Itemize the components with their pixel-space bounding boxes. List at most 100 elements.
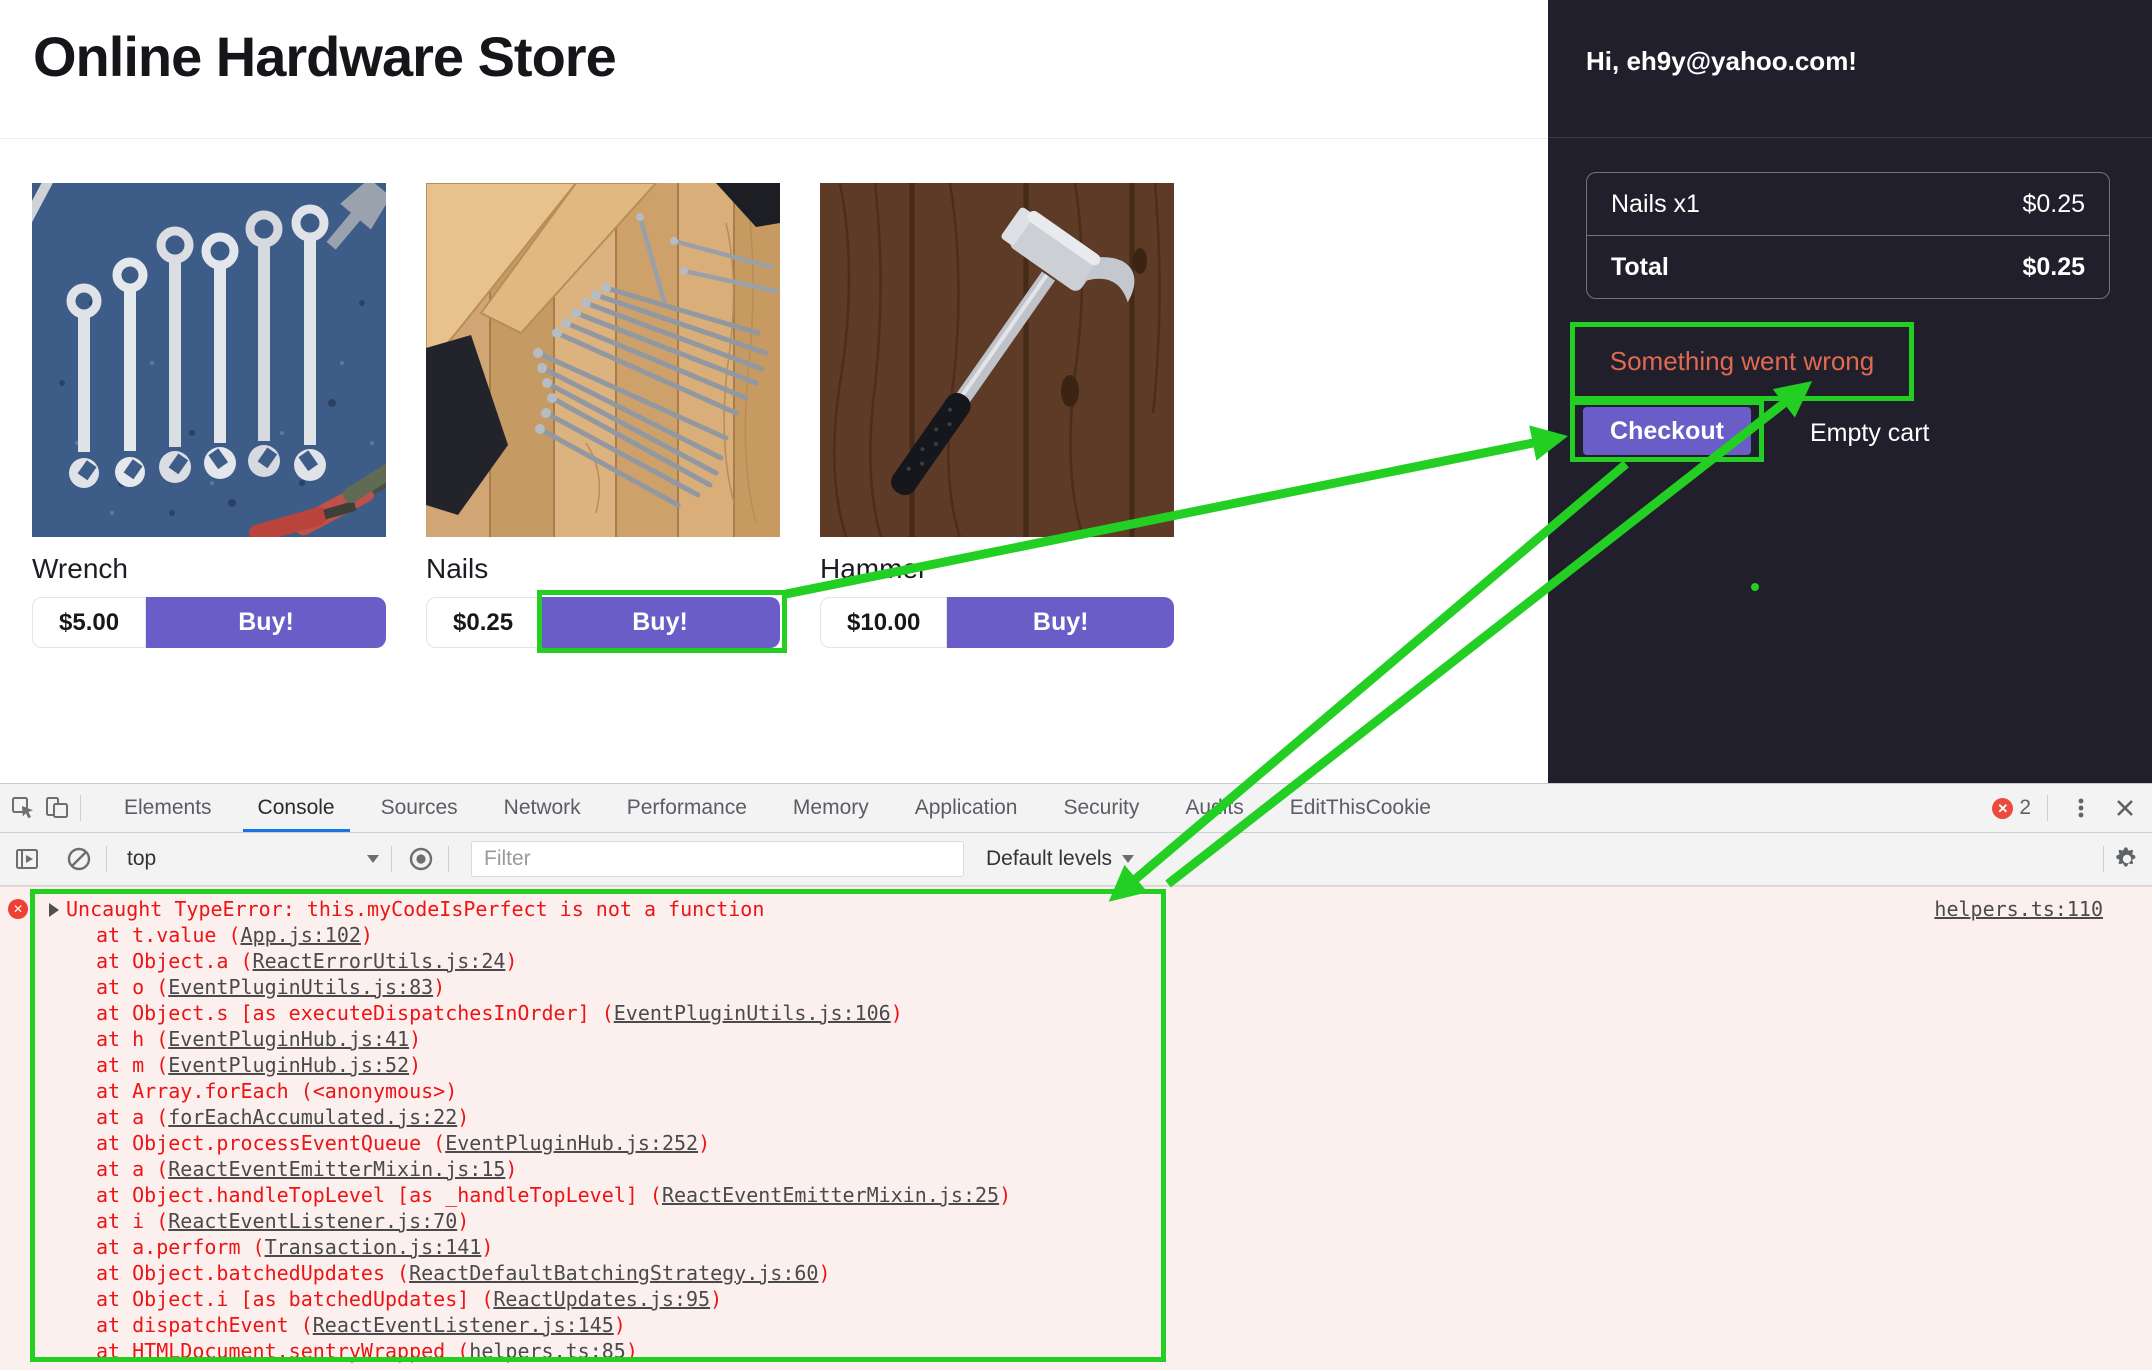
stack-trace: at t.value (App.js:102)at Object.a (Reac… <box>66 922 1011 1364</box>
tab-editthiscookie[interactable]: EditThisCookie <box>1267 784 1454 832</box>
stack-source-link[interactable]: EventPluginUtils.js:106 <box>614 1001 891 1025</box>
separator <box>448 846 449 872</box>
chevron-down-icon <box>367 855 379 863</box>
stack-trace-line: at i (ReactEventListener.js:70) <box>96 1208 1011 1234</box>
tab-sources[interactable]: Sources <box>358 784 481 832</box>
stack-source-link[interactable]: ReactEventEmitterMixin.js:25 <box>662 1183 999 1207</box>
error-counter[interactable]: ✕ 2 <box>1992 796 2031 820</box>
product-name: Nails <box>426 553 780 585</box>
divider <box>1548 137 2152 138</box>
tab-application[interactable]: Application <box>892 784 1041 832</box>
devtools-tabbar: ElementsConsoleSourcesNetworkPerformance… <box>0 784 2152 833</box>
stack-source-link[interactable]: ReactUpdates.js:95 <box>493 1287 710 1311</box>
log-levels-selector[interactable]: Default levels <box>986 847 1134 871</box>
error-annotation-box: Something went wrong <box>1570 322 1914 401</box>
clear-console-icon[interactable] <box>62 842 96 876</box>
inspect-element-icon[interactable] <box>6 791 40 825</box>
context-label: top <box>127 847 156 871</box>
stack-source-link[interactable]: ReactEventListener.js:145 <box>313 1313 614 1337</box>
stack-source-link[interactable]: App.js:102 <box>241 923 361 947</box>
separator <box>2047 795 2048 821</box>
console-source-link[interactable]: helpers.ts:110 <box>1934 896 2103 922</box>
buy-button-wrench[interactable]: Buy! <box>146 597 386 648</box>
separator <box>106 846 107 872</box>
stack-trace-line: at Object.batchedUpdates (ReactDefaultBa… <box>96 1260 1011 1286</box>
price-row: $10.00 Buy! <box>820 597 1174 648</box>
cart-item-label: Nails x1 <box>1611 190 1700 219</box>
product-price: $0.25 <box>426 597 540 648</box>
stack-source-link[interactable]: ReactErrorUtils.js:24 <box>253 949 506 973</box>
stack-trace-line: at a (forEachAccumulated.js:22) <box>96 1104 1011 1130</box>
stack-source-link[interactable]: EventPluginUtils.js:83 <box>168 975 433 999</box>
buy-button-nails[interactable]: Buy! <box>540 597 780 648</box>
stack-trace-line: at a (ReactEventEmitterMixin.js:15) <box>96 1156 1011 1182</box>
empty-cart-button[interactable]: Empty cart <box>1810 419 1929 448</box>
live-expression-eye-icon[interactable] <box>404 842 438 876</box>
cart-total-row: Total $0.25 <box>1587 236 2109 298</box>
console-filter-input[interactable] <box>471 841 964 877</box>
error-badge-icon: ✕ <box>1992 798 2013 819</box>
cart-error-message: Something went wrong <box>1610 346 1874 377</box>
product-card-hammer: Hammer $10.00 Buy! <box>820 183 1174 648</box>
annotation-dot <box>1751 583 1759 591</box>
separator <box>391 846 392 872</box>
console-sidebar-icon[interactable] <box>10 842 44 876</box>
console-output: ✕ Uncaught TypeError: this.myCodeIsPerfe… <box>0 886 2152 1371</box>
stack-trace-line: at Object.processEventQueue (EventPlugin… <box>96 1130 1011 1156</box>
product-card-nails: Nails $0.25 Buy! <box>426 183 780 648</box>
stack-trace-line: at m (EventPluginHub.js:52) <box>96 1052 1011 1078</box>
tab-console[interactable]: Console <box>235 784 358 832</box>
product-name: Wrench <box>32 553 386 585</box>
checkout-button[interactable]: Checkout <box>1583 407 1751 455</box>
cart-total-label: Total <box>1611 253 1669 282</box>
tab-security[interactable]: Security <box>1040 784 1162 832</box>
stack-source-link[interactable]: EventPluginHub.js:52 <box>168 1053 409 1077</box>
stack-trace-line: at Object.a (ReactErrorUtils.js:24) <box>96 948 1011 974</box>
console-toolbar-right <box>2097 842 2152 876</box>
tab-performance[interactable]: Performance <box>604 784 770 832</box>
stack-source-link[interactable]: EventPluginHub.js:41 <box>168 1027 409 1051</box>
cart-panel: Hi, eh9y@yahoo.com! Nails x1 $0.25 Total… <box>1548 0 2152 783</box>
stack-trace-line: at HTMLDocument.sentryWrapped (helpers.t… <box>96 1338 1011 1364</box>
stack-trace-line: at t.value (App.js:102) <box>96 922 1011 948</box>
product-price: $5.00 <box>32 597 146 648</box>
stack-source-link[interactable]: EventPluginHub.js:252 <box>445 1131 698 1155</box>
stack-source-link[interactable]: ReactDefaultBatchingStrategy.js:60 <box>409 1261 818 1285</box>
levels-label: Default levels <box>986 847 1112 871</box>
console-settings-gear-icon[interactable] <box>2110 842 2144 876</box>
stack-source-link[interactable]: helpers.ts:85 <box>469 1339 626 1363</box>
tab-elements[interactable]: Elements <box>101 784 235 832</box>
stack-source-link[interactable]: forEachAccumulated.js:22 <box>168 1105 457 1129</box>
stack-trace-line: at o (EventPluginUtils.js:83) <box>96 974 1011 1000</box>
cart-table: Nails x1 $0.25 Total $0.25 <box>1586 172 2110 299</box>
product-list: Wrench $5.00 Buy! <box>32 183 1174 648</box>
tab-memory[interactable]: Memory <box>770 784 892 832</box>
stack-source-link[interactable]: ReactEventListener.js:70 <box>168 1209 457 1233</box>
page-title: Online Hardware Store <box>33 24 616 89</box>
tab-audits[interactable]: Audits <box>1162 784 1266 832</box>
tab-network[interactable]: Network <box>481 784 604 832</box>
stack-source-link[interactable]: ReactEventEmitterMixin.js:15 <box>168 1157 505 1181</box>
console-error-message: Uncaught TypeError: this.myCodeIsPerfect… <box>66 896 1011 922</box>
expand-triangle-icon[interactable] <box>49 903 59 917</box>
cart-item-row: Nails x1 $0.25 <box>1587 173 2109 236</box>
stack-trace-line: at a.perform (Transaction.js:141) <box>96 1234 1011 1260</box>
error-icon: ✕ <box>8 899 28 919</box>
nails-product-image <box>426 183 780 537</box>
close-devtools-icon[interactable] <box>2108 791 2142 825</box>
stack-trace-line: at dispatchEvent (ReactEventListener.js:… <box>96 1312 1011 1338</box>
devtools-tabbar-right: ✕ 2 <box>1992 791 2152 825</box>
devtools-panel: ElementsConsoleSourcesNetworkPerformance… <box>0 783 2152 1370</box>
stack-trace-line: at Object.s [as executeDispatchesInOrder… <box>96 1000 1011 1026</box>
product-price: $10.00 <box>820 597 947 648</box>
stack-source-link[interactable]: Transaction.js:141 <box>265 1235 482 1259</box>
checkout-annotation-box: Checkout <box>1570 400 1764 462</box>
hammer-product-image <box>820 183 1174 537</box>
context-selector[interactable]: top <box>127 847 379 871</box>
more-options-icon[interactable] <box>2064 791 2098 825</box>
device-toolbar-icon[interactable] <box>40 791 74 825</box>
console-error-block: Uncaught TypeError: this.myCodeIsPerfect… <box>66 896 1011 1364</box>
buy-button-hammer[interactable]: Buy! <box>947 597 1174 648</box>
stack-trace-line: at Array.forEach (<anonymous>) <box>96 1078 1011 1104</box>
product-card-wrench: Wrench $5.00 Buy! <box>32 183 386 648</box>
